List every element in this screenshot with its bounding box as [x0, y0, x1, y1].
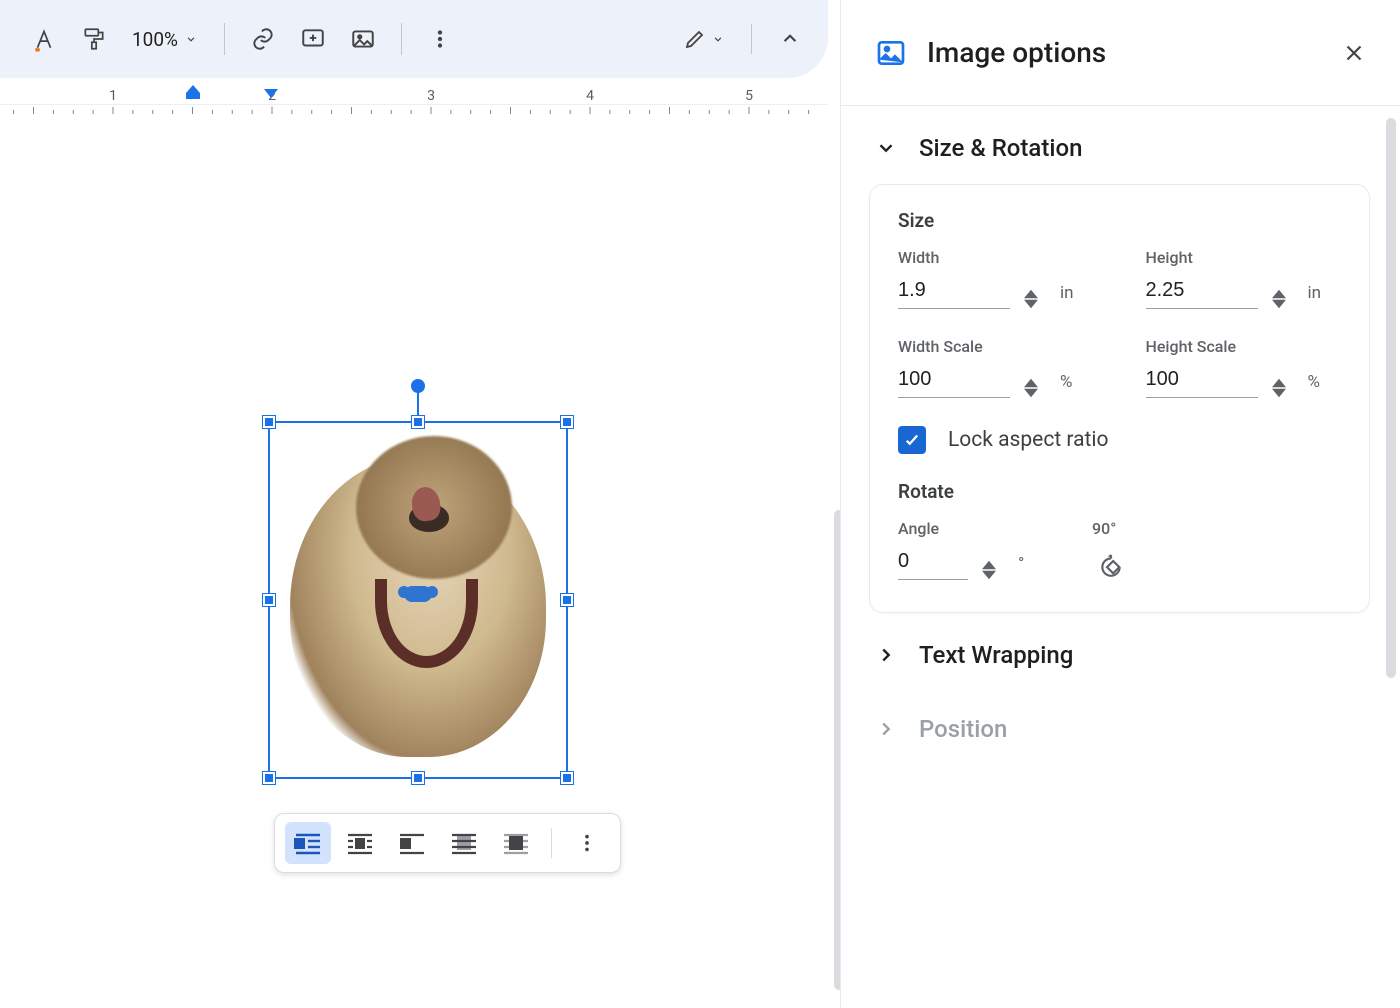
height-unit: in: [1308, 283, 1322, 309]
text-wrap-floating-toolbar: [274, 813, 621, 873]
insert-image-button[interactable]: [343, 19, 383, 59]
height-scale-input[interactable]: [1146, 362, 1258, 398]
height-scale-stepper[interactable]: [1272, 378, 1286, 398]
resize-handle-b[interactable]: [412, 772, 424, 784]
lock-aspect-checkbox[interactable]: [898, 426, 926, 454]
chevron-up-icon: [777, 26, 803, 52]
ruler-mark: 4: [586, 88, 594, 104]
ruler-mark: 1: [109, 88, 117, 104]
ruler-mark: 3: [427, 88, 435, 104]
panel-scrollbar[interactable]: [1386, 118, 1396, 678]
chevron-down-icon: [711, 32, 725, 46]
resize-handle-r[interactable]: [561, 594, 573, 606]
zoom-dropdown[interactable]: 100%: [124, 28, 206, 51]
image-options-panel: Image options Size & Rotation Size Width: [840, 0, 1400, 1008]
chevron-right-icon: [875, 718, 897, 740]
image-icon: [875, 37, 907, 69]
resize-handle-tl[interactable]: [263, 416, 275, 428]
wrap-inline-button[interactable]: [285, 822, 331, 864]
height-stepper[interactable]: [1272, 289, 1286, 309]
angle-input[interactable]: [898, 544, 968, 580]
document-canvas[interactable]: [0, 118, 828, 1008]
width-unit: in: [1060, 283, 1074, 309]
editing-mode-dropdown[interactable]: [683, 27, 725, 51]
width-scale-label: Width Scale: [898, 337, 1094, 356]
left-indent-marker[interactable]: [184, 83, 202, 101]
angle-unit: °: [1018, 554, 1024, 580]
angle-stepper[interactable]: [982, 560, 996, 580]
collapse-toolbar-button[interactable]: [770, 19, 810, 59]
format-paint-button[interactable]: [74, 19, 114, 59]
wrap-break-button[interactable]: [389, 822, 435, 864]
lock-aspect-label: Lock aspect ratio: [948, 428, 1108, 452]
separator: [401, 23, 402, 55]
close-icon: [1341, 40, 1367, 66]
close-panel-button[interactable]: [1334, 33, 1374, 73]
first-line-indent-marker[interactable]: [262, 87, 280, 99]
height-scale-label: Height Scale: [1146, 337, 1342, 356]
width-scale-unit: %: [1060, 372, 1072, 398]
wrap-text-button[interactable]: [337, 822, 383, 864]
rotate-icon: [1098, 552, 1124, 578]
section-text-wrapping-toggle[interactable]: Text Wrapping: [875, 623, 1382, 687]
panel-header: Image options: [841, 0, 1400, 106]
wrap-front-button[interactable]: [493, 822, 539, 864]
toolbar: 100%: [0, 0, 828, 78]
rotation-handle[interactable]: [411, 379, 425, 393]
more-tools-button[interactable]: [420, 19, 460, 59]
rotate-heading: Rotate: [898, 480, 1341, 503]
pencil-icon: [683, 27, 707, 51]
height-input[interactable]: [1146, 273, 1258, 309]
height-scale-unit: %: [1308, 372, 1320, 398]
rotate-90-button[interactable]: [1092, 546, 1130, 584]
resize-handle-tr[interactable]: [561, 416, 573, 428]
resize-handle-t[interactable]: [412, 416, 424, 428]
wrap-more-button[interactable]: [564, 822, 610, 864]
chevron-right-icon: [875, 644, 897, 666]
resize-handle-br[interactable]: [561, 772, 573, 784]
width-label: Width: [898, 248, 1094, 267]
text-color-button[interactable]: [24, 19, 64, 59]
height-label: Height: [1146, 248, 1342, 267]
ruler-mark: 5: [745, 88, 753, 104]
image-selection-frame[interactable]: [268, 421, 568, 779]
size-rotation-card: Size Width in Height: [869, 184, 1370, 613]
rotate-90-label: 90°: [1092, 519, 1116, 538]
chevron-down-icon: [875, 137, 897, 159]
wrap-behind-button[interactable]: [441, 822, 487, 864]
separator: [551, 828, 552, 858]
resize-handle-l[interactable]: [263, 594, 275, 606]
width-stepper[interactable]: [1024, 289, 1038, 309]
panel-title: Image options: [927, 36, 1106, 69]
width-scale-input[interactable]: [898, 362, 1010, 398]
insert-link-button[interactable]: [243, 19, 283, 59]
width-input[interactable]: [898, 273, 1010, 309]
section-position-toggle: Position: [875, 697, 1382, 761]
angle-label: Angle: [898, 519, 1028, 538]
separator: [751, 24, 752, 54]
resize-handle-bl[interactable]: [263, 772, 275, 784]
section-label: Size & Rotation: [919, 134, 1082, 162]
section-label: Position: [919, 715, 1007, 743]
size-heading: Size: [898, 209, 1341, 232]
separator: [224, 23, 225, 55]
section-size-rotation-toggle[interactable]: Size & Rotation: [875, 116, 1382, 180]
zoom-value: 100%: [132, 28, 178, 51]
horizontal-ruler[interactable]: 1 2 3 4 5: [0, 88, 828, 118]
check-icon: [903, 431, 921, 449]
section-label: Text Wrapping: [919, 641, 1073, 669]
add-comment-button[interactable]: [293, 19, 333, 59]
selected-image[interactable]: [276, 429, 560, 771]
width-scale-stepper[interactable]: [1024, 378, 1038, 398]
